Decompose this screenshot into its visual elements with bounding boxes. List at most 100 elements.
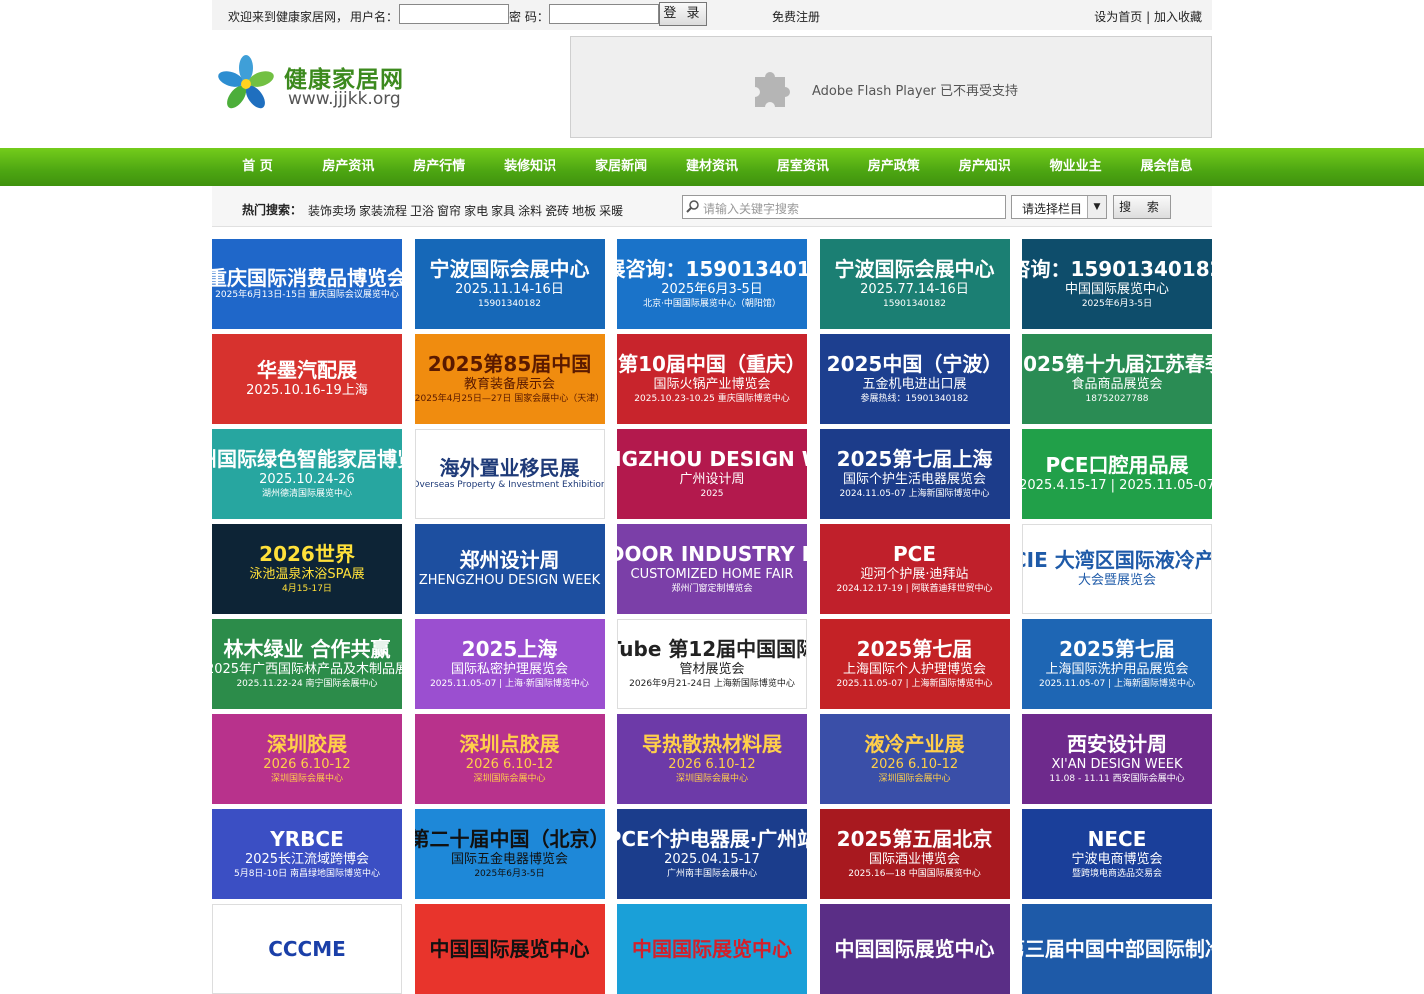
expo-banner[interactable]: 导热散热材料展 2026 6.10-12 深圳国际会展中心: [617, 714, 807, 804]
hot-search-term[interactable]: 采暖: [599, 204, 623, 218]
banner-text-l2: 广州设计周: [679, 472, 745, 488]
set-home-link[interactable]: 设为首页: [1094, 10, 1142, 24]
banner-text-l1: 第10届中国（重庆）: [618, 352, 806, 377]
expo-banner[interactable]: PCE口腔用品展 2025.4.15-17 | 2025.11.05-07: [1022, 429, 1212, 519]
banner-text-l3: 2025: [700, 488, 724, 499]
expo-banner[interactable]: WINDOOR INDUSTRY EXPOCUSTOMIZED HOME FAI…: [617, 524, 807, 614]
hot-search-term[interactable]: 卫浴: [410, 204, 434, 218]
banner-text-l3: Overseas Property & Investment Exhibitio…: [414, 480, 605, 491]
nav-item[interactable]: 装修知识: [485, 148, 576, 186]
hot-search-term[interactable]: 地板: [572, 204, 596, 218]
expo-banner[interactable]: LCIE 大湾区国际液冷产业大会暨展览会: [1022, 524, 1212, 614]
expo-banner[interactable]: 湖州国际绿色智能家居博览会2025.10.24-26湖州德清国际展览中心: [212, 429, 402, 519]
expo-banner[interactable]: 中国国际展览中心: [617, 904, 807, 994]
nav-item[interactable]: 建材资讯: [667, 148, 758, 186]
banner-text-l3: 2026年9月21-24日 上海新国际博览中心: [629, 678, 795, 689]
hot-search-term[interactable]: 家具: [491, 204, 515, 218]
expo-banner[interactable]: NECE 宁波电商博览会 暨跨境电商选品交易会: [1022, 809, 1212, 899]
expo-banner[interactable]: 液冷产业展 2026 6.10-12 深圳国际会展中心: [819, 714, 1010, 804]
expo-banner[interactable]: 2025第十九届江苏春季食品商品展览会18752027788: [1022, 334, 1212, 424]
banner-text-l1: 2025第七届上海: [836, 447, 993, 472]
expo-banner[interactable]: 华墨汽配展 2025.10.16-19上海: [212, 334, 402, 424]
expo-banner[interactable]: 深圳胶展 2026 6.10-12 深圳国际会展中心: [212, 714, 402, 804]
nav-item[interactable]: 房产政策: [848, 148, 939, 186]
expo-banner[interactable]: YRBCE 2025长江流域跨博会 5月8日-10日 南昌绿地国际博览中心: [212, 809, 402, 899]
search-input[interactable]: 请输入关键字搜索: [682, 195, 1006, 219]
hot-search-term[interactable]: 家电: [464, 204, 488, 218]
hot-search-term[interactable]: 瓷砖: [545, 204, 569, 218]
expo-banner[interactable]: PCE个护电器展·广州站 2025.04.15-17 广州南丰国际会展中心: [617, 809, 807, 899]
banner-text-l3: 2025.10.23-10.25 重庆国际博览中心: [634, 393, 790, 404]
expo-banner[interactable]: 2025中国（宁波） 五金机电进出口展 参展热线：15901340182: [819, 334, 1010, 424]
banner-text-l1: 深圳点胶展: [459, 732, 560, 757]
banner-text-l3: 2025.11.05-07 | 上海·新国际博览中心: [430, 678, 589, 689]
expo-banner[interactable]: 2026世界 泳池温泉沐浴SPA展 4月15-17日: [212, 524, 402, 614]
banner-text-l3: 4月15-17日: [282, 583, 332, 594]
banner-text-l3: 2025年6月3-5日: [1081, 298, 1153, 309]
expo-banner[interactable]: GUANGZHOU DESIGN WEEK广州设计周2025: [617, 429, 807, 519]
banner-text-l1: 2025第七届: [856, 637, 973, 662]
expo-banner[interactable]: 2025第七届 上海国际洗护用品展览会 2025.11.05-07 | 上海新国际博…: [1022, 619, 1212, 709]
expo-banner[interactable]: 2025第三届中国中部国际制冷、空调: [1022, 904, 1212, 994]
expo-banner[interactable]: 宁波国际会展中心 2025.77.14-16日 15901340182: [819, 239, 1010, 329]
banner-text-l1: 2025第三届中国中部国际制冷、空调: [1022, 937, 1212, 961]
expo-banner[interactable]: 第二十届中国（北京） 国际五金电器博览会 2025年6月3-5日: [414, 809, 605, 899]
expo-banner[interactable]: 深圳点胶展 2026 6.10-12 深圳国际会展中心: [414, 714, 605, 804]
nav-item[interactable]: 物业业主: [1030, 148, 1121, 186]
chevron-down-icon[interactable]: ▼: [1087, 196, 1106, 218]
hot-search-term[interactable]: 涂料: [518, 204, 542, 218]
banner-text-l1: 2025第七届: [1059, 637, 1175, 662]
expo-banner[interactable]: 重庆国际消费品博览会 2025年6月13日-15日 重庆国际会议展览中心: [212, 239, 402, 329]
nav-item[interactable]: 房产资讯: [303, 148, 394, 186]
banner-text-l1: 2025第85届中国: [427, 352, 592, 377]
nav-item[interactable]: 展会信息: [1121, 148, 1212, 186]
banner-text-l1: LCIE 大湾区国际液冷产业: [1023, 548, 1211, 573]
nav-item[interactable]: 家居新闻: [576, 148, 667, 186]
banner-text-l2: 2025.77.14-16日: [860, 282, 969, 298]
expo-banner[interactable]: CCCME: [212, 904, 402, 994]
expo-banner[interactable]: 中国国际展览中心: [819, 904, 1010, 994]
add-favorite-link[interactable]: 加入收藏: [1154, 10, 1202, 24]
expo-banner[interactable]: 2025第85届中国 教育装备展示会 2025年4月25日—27日 国家会展中心（天…: [414, 334, 605, 424]
banner-text-l2: 2025年广西国际林产品及木制品展: [212, 662, 402, 678]
expo-banner[interactable]: 西安设计周 XI'AN DESIGN WEEK 11.08 - 11.11 西安国际…: [1022, 714, 1212, 804]
expo-banner[interactable]: 宁波国际会展中心 2025.11.14-16日 15901340182: [414, 239, 605, 329]
nav-item[interactable]: 房产知识: [939, 148, 1030, 186]
expo-banner[interactable]: 2025第七届上海 国际个护生活电器展览会 2024.11.05-07 上海新国际博…: [819, 429, 1010, 519]
expo-banner[interactable]: 咨询：15901340182中国国际展览中心2025年6月3-5日: [1022, 239, 1212, 329]
banner-text-l3: 15901340182: [883, 298, 946, 309]
banner-text-l3: 北京·中国国际展览中心（朝阳馆）: [643, 298, 781, 309]
expo-banner[interactable]: 海外置业移民展 Overseas Property & Investment Ex…: [414, 429, 605, 519]
search-button[interactable]: 搜 索: [1113, 195, 1171, 219]
expo-banner[interactable]: 郑州设计周 ZHENGZHOU DESIGN WEEK: [414, 524, 605, 614]
hot-search-term[interactable]: 装饰卖场: [308, 204, 356, 218]
banner-text-l2: 迎河个护展·迪拜站: [860, 567, 969, 583]
nav-item[interactable]: 首 页: [212, 148, 303, 186]
expo-banner[interactable]: 2025上海 国际私密护理展览会 2025.11.05-07 | 上海·新国际博览中…: [414, 619, 605, 709]
expo-banner[interactable]: 参展咨询：159013401822025年6月3-5日北京·中国国际展览中心（朝…: [617, 239, 807, 329]
banner-text-l1: 西安设计周: [1067, 732, 1167, 757]
expo-banner[interactable]: 2025第五届北京 国际酒业博览会 2025.16—18 中国国际展览中心: [819, 809, 1010, 899]
expo-banner[interactable]: 中国国际展览中心: [414, 904, 605, 994]
hot-search-term[interactable]: 窗帘: [437, 204, 461, 218]
nav-item[interactable]: 居室资讯: [757, 148, 848, 186]
expo-banner[interactable]: 2025第七届 上海国际个人护理博览会 2025.11.05-07 | 上海新国际博…: [819, 619, 1010, 709]
login-button[interactable]: 登 录: [659, 2, 707, 26]
banner-text-l3: 深圳国际会展中心: [270, 773, 343, 784]
banner-text-l1: 2025第十九届江苏春季: [1022, 352, 1212, 377]
expo-banner[interactable]: 林木绿业 合作共赢 2025年广西国际林产品及木制品展 2025.11.22-24 …: [212, 619, 402, 709]
banner-text-l1: 咨询：15901340182: [1022, 257, 1212, 282]
nav-item[interactable]: 房产行情: [394, 148, 485, 186]
banner-text-l1: 中国国际展览中心: [632, 937, 792, 961]
banner-text-l1: 参展咨询：15901340182: [617, 257, 807, 282]
expo-banner[interactable]: Tube 第12届中国国际 管材展览会 2026年9月21-24日 上海新国际博览中…: [617, 619, 807, 709]
password-input[interactable]: [549, 4, 659, 24]
expo-banner[interactable]: PCE 迎河个护展·迪拜站 2024.12.17-19 | 阿联酋迪拜世贸中心: [819, 524, 1010, 614]
username-input[interactable]: [399, 4, 509, 24]
flower-logo-icon[interactable]: [216, 54, 276, 114]
expo-banner[interactable]: 第10届中国（重庆） 国际火锅产业博览会 2025.10.23-10.25 重庆国际…: [617, 334, 807, 424]
hot-search-term[interactable]: 家装流程: [359, 204, 407, 218]
banner-text-l3: 湖州德清国际展览中心: [261, 488, 352, 499]
register-link[interactable]: 免费注册: [772, 8, 820, 25]
category-select[interactable]: 请选择栏目 ▼: [1011, 195, 1107, 219]
